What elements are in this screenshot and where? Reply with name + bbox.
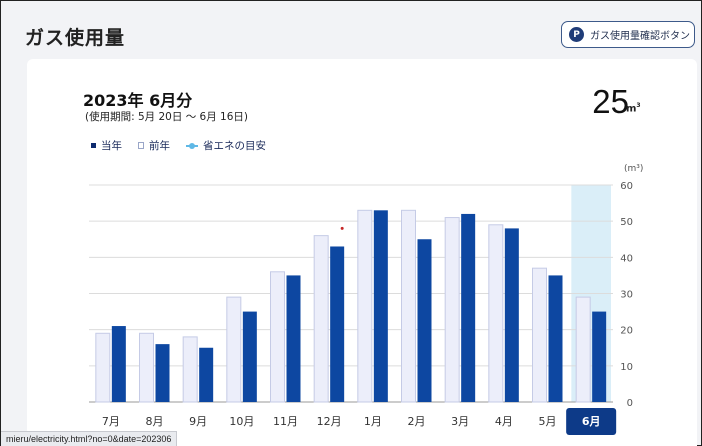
- bar-previous-8: [401, 209, 416, 403]
- y-tick-label: 0: [627, 398, 633, 409]
- bar-previous-10: [488, 224, 504, 403]
- x-tick-label: 5月: [539, 415, 557, 428]
- x-tick-label: 6月: [582, 415, 601, 428]
- bar-current-9: [461, 213, 476, 402]
- bar-current-7: [373, 210, 388, 402]
- x-tick-label: 12月: [317, 415, 342, 428]
- bar-current-1: [111, 326, 126, 402]
- bar-current-5: [286, 275, 301, 402]
- bar-previous-5: [270, 271, 285, 403]
- bar-previous-4: [226, 296, 242, 403]
- x-tick-label: 1月: [364, 415, 382, 428]
- y-tick-label: 30: [620, 290, 633, 301]
- eco-target-marker: [340, 226, 344, 230]
- y-tick-label: 50: [620, 217, 633, 228]
- x-tick-label: 7月: [102, 415, 120, 428]
- bar-current-10: [504, 228, 519, 402]
- bar-previous-2: [139, 332, 154, 403]
- x-tick-label: 10月: [229, 415, 254, 428]
- x-tick-label: 8月: [146, 415, 164, 428]
- bar-previous-9: [444, 217, 460, 403]
- bar-current-11: [548, 275, 563, 402]
- x-tick-label: 9月: [189, 415, 207, 428]
- y-tick-label: 10: [620, 362, 633, 373]
- bar-previous-1: [95, 332, 111, 403]
- browser-status-url: mieru/electricity.html?no=0&date=202306: [1, 431, 178, 446]
- bar-previous-3: [182, 336, 198, 403]
- bar-current-4: [242, 311, 257, 402]
- x-tick-label: 2月: [408, 415, 426, 428]
- bar-current-8: [417, 239, 432, 402]
- bar-previous-6: [313, 235, 329, 403]
- x-tick-label: 3月: [451, 415, 469, 428]
- usage-bar-chart: 0 10 20 30 40 50 60 (m³) 7月 8月 9月 10月 11月 12月 1月 2月 3月 4月…: [89, 164, 643, 435]
- y-tick-label: 20: [620, 326, 633, 337]
- bar-previous-12: [575, 296, 591, 403]
- y-tick-label: 60: [620, 181, 633, 192]
- bar-current-3: [199, 347, 214, 402]
- bar-previous-11: [532, 267, 547, 403]
- y-axis-unit-label: (m³): [624, 164, 643, 174]
- bar-current-2: [155, 344, 170, 402]
- bar-previous-7: [357, 209, 373, 403]
- y-tick-label: 40: [620, 253, 633, 264]
- x-tick-label: 11月: [273, 415, 298, 428]
- x-tick-label: 4月: [495, 415, 513, 428]
- bar-current-6: [330, 246, 345, 402]
- bar-current-12: [592, 311, 607, 402]
